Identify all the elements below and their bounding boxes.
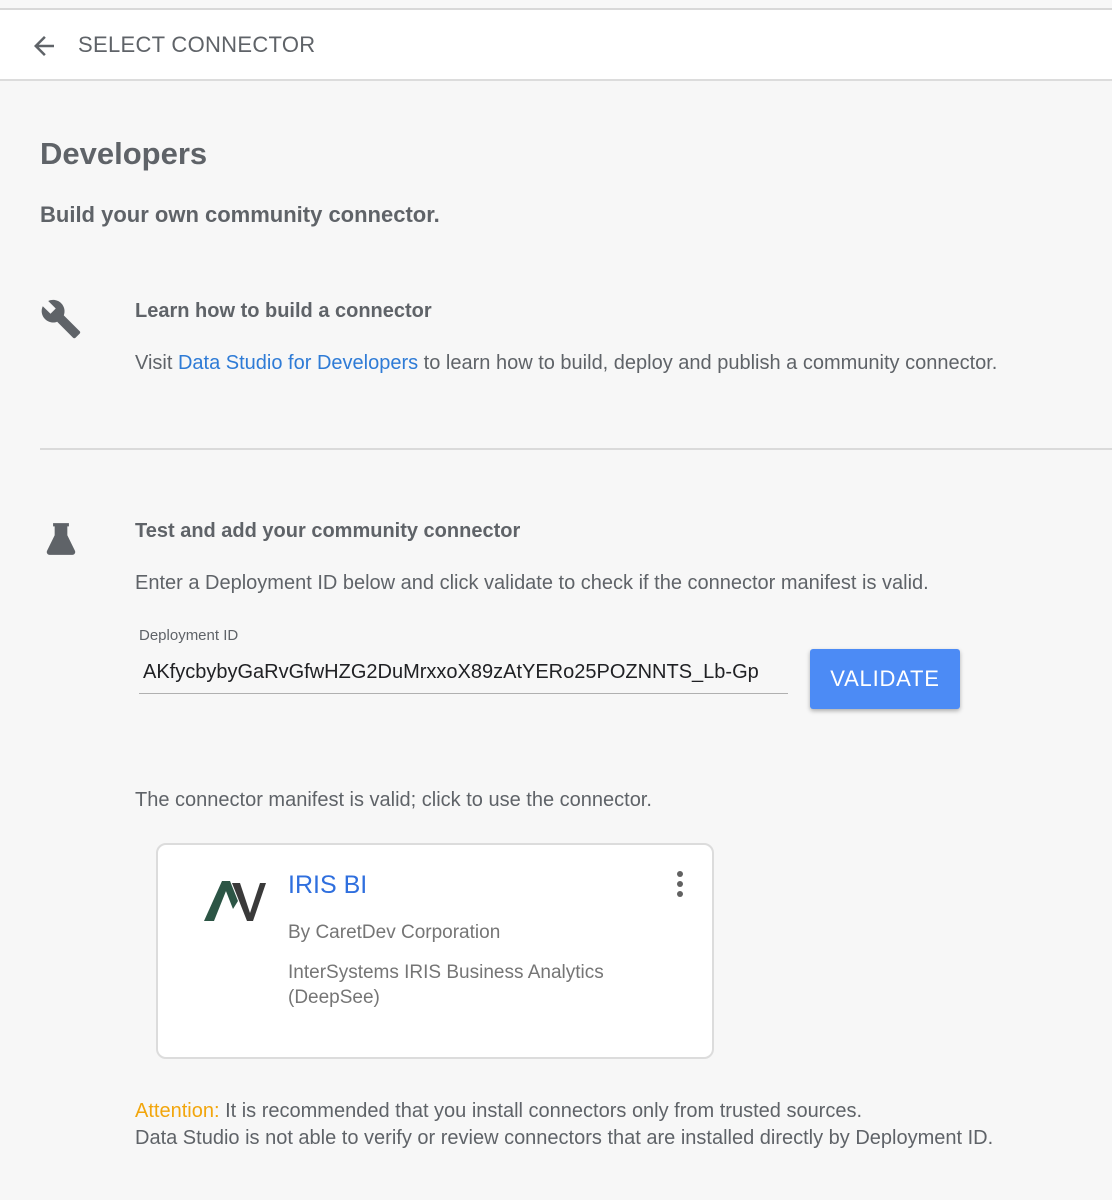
more-options-button[interactable]: [666, 867, 694, 901]
test-section-text: Enter a Deployment ID below and click va…: [135, 572, 929, 594]
attention-label: Attention:: [135, 1100, 220, 1122]
flask-icon: [46, 523, 76, 555]
connector-description: InterSystems IRIS Business Analytics (De…: [288, 962, 604, 1008]
page-title: Developers: [40, 136, 208, 171]
page-subtitle: Build your own community connector.: [40, 202, 440, 227]
developers-link[interactable]: Data Studio for Developers: [178, 352, 418, 374]
manifest-valid-message: The connector manifest is valid; click t…: [135, 789, 652, 811]
arrow-back-icon: [34, 36, 54, 56]
learn-section-title: Learn how to build a connector: [135, 300, 432, 322]
header-bar: SELECT CONNECTOR: [0, 10, 1112, 81]
validate-button[interactable]: VALIDATE: [810, 649, 960, 709]
deployment-id-label: Deployment ID: [139, 627, 239, 644]
connector-author: By CaretDev Corporation: [288, 922, 501, 943]
learn-text-suffix: to learn how to build, deploy and publis…: [418, 352, 998, 374]
learn-section-text: Visit Data Studio for Developers to lear…: [135, 352, 997, 375]
more-vert-icon: [677, 871, 683, 897]
attention-line2: Data Studio is not able to verify or rev…: [135, 1127, 994, 1149]
attention-line1: It is recommended that you install conne…: [219, 1100, 863, 1122]
connector-name: IRIS BI: [288, 871, 368, 899]
attention-notice: Attention: It is recommended that you in…: [135, 1100, 862, 1123]
deployment-id-input[interactable]: [139, 652, 788, 694]
header-title: SELECT CONNECTOR: [78, 32, 316, 57]
wrench-icon: [41, 299, 81, 339]
back-button[interactable]: [24, 28, 64, 64]
section-divider: [40, 448, 1112, 450]
av-logo-icon: [204, 881, 266, 921]
learn-text-prefix: Visit: [135, 352, 178, 374]
test-section-title: Test and add your community connector: [135, 520, 521, 542]
connector-card[interactable]: IRIS BI By CaretDev Corporation InterSys…: [156, 843, 714, 1059]
